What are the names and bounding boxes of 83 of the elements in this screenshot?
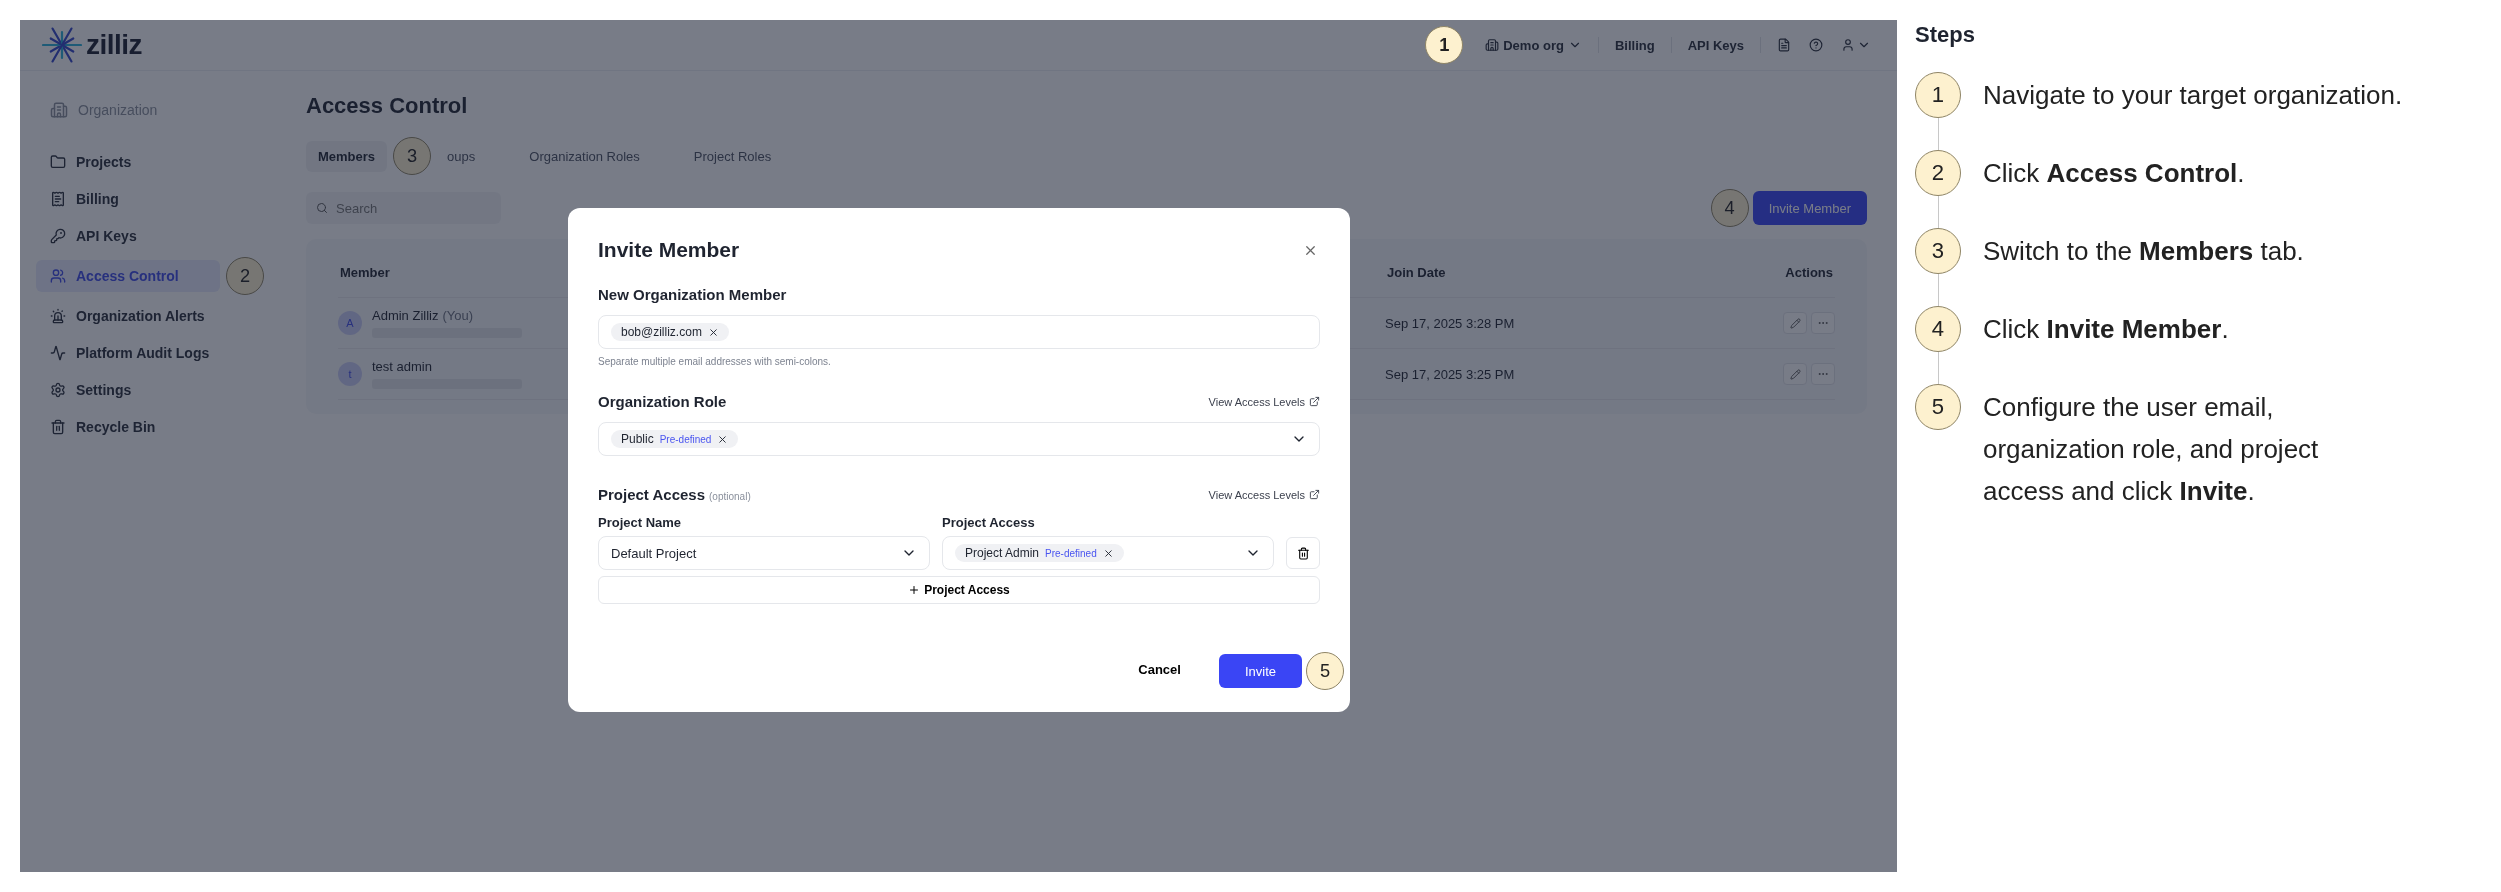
remove-icon [707, 326, 719, 338]
table-cell-text: Sep 17, 2025 3:28 PM [1385, 315, 1516, 331]
column-header: Actions [1784, 264, 1834, 280]
trash-icon [50, 419, 66, 435]
step-number: 3 [1915, 228, 1961, 274]
view-access-levels-link[interactable]: View Access Levels [1208, 395, 1320, 408]
tab[interactable]: Members [306, 140, 388, 172]
alarm-icon [50, 308, 66, 324]
steps-title: Steps [1915, 22, 1976, 48]
sidebar-item[interactable]: Access Control [36, 260, 220, 292]
plus-icon [908, 584, 921, 596]
field-label: New Organization Member [598, 286, 787, 303]
tab[interactable]: oups [435, 140, 488, 172]
sidebar-item[interactable]: Platform Audit Logs [36, 337, 264, 369]
building-icon [1485, 38, 1500, 52]
step-callout: 4 [1710, 189, 1749, 227]
field-label: Project Name [598, 515, 683, 530]
page-title: Access Control [306, 93, 469, 119]
avatar: A [338, 311, 362, 335]
folder-icon [50, 154, 66, 170]
cancel-button[interactable]: Cancel [1120, 652, 1199, 686]
remove-icon [717, 433, 729, 445]
step-text: Navigate to your target organization. [1983, 79, 2403, 112]
remove-icon [1102, 547, 1114, 559]
org-switcher[interactable]: Demo org [1483, 33, 1584, 57]
step-callout: 5 [1306, 652, 1344, 690]
help-text: Separate multiple email addresses with semi-colons. [598, 356, 832, 367]
step-text: Configure the user email, organization role, and project access and click Invite. [1983, 391, 2320, 508]
step-number: 5 [1915, 384, 1961, 430]
step-number: 1 [1915, 72, 1961, 118]
role-select[interactable]: Public Pre-defined [598, 422, 1320, 456]
external-link-icon [1309, 489, 1320, 500]
invite-button[interactable]: Invite [1218, 654, 1302, 688]
sidebar-item[interactable]: Settings [36, 374, 264, 406]
step-text: Switch to the Members tab. [1983, 235, 2304, 268]
key-icon [50, 228, 66, 244]
add-project-access-button[interactable]: Project Access [598, 576, 1320, 604]
role-chip: Public Pre-defined [611, 430, 739, 448]
field-label: Project Access [942, 515, 1036, 530]
starburst-logo-icon [42, 25, 82, 65]
table-cell-text: Sep 17, 2025 3:25 PM [1385, 366, 1516, 382]
settings-icon [50, 382, 66, 398]
column-header: Member [339, 264, 391, 280]
dialog-title: Invite Member [598, 238, 740, 262]
step-callout: 2 [226, 257, 264, 295]
step-number: 2 [1915, 150, 1961, 196]
sidebar-item[interactable]: API Keys [36, 220, 264, 252]
access-chip: Project Admin Pre-defined [955, 544, 1124, 562]
pulse-icon [50, 345, 66, 361]
nav-link[interactable]: Billing [1612, 33, 1657, 57]
field-label: Organization Role [598, 393, 727, 410]
nav-link[interactable]: API Keys [1685, 33, 1746, 57]
building-icon [50, 101, 68, 119]
sidebar-item[interactable]: Recycle Bin [36, 411, 264, 443]
search-icon [316, 202, 328, 214]
access-select[interactable]: Project Admin Pre-defined [942, 536, 1274, 570]
step-callout: 1 [1425, 26, 1464, 64]
view-access-levels-link[interactable]: View Access Levels [1208, 488, 1320, 501]
tab[interactable]: Project Roles [681, 140, 784, 172]
users-icon [50, 268, 66, 284]
member-name: Admin Zilliz (You) [372, 308, 475, 323]
help-icon[interactable] [1807, 36, 1825, 54]
logo-wordmark: zilliz [86, 29, 143, 61]
field-label: Project Access (optional) [598, 486, 751, 503]
sidebar-item[interactable]: Projects [36, 146, 264, 178]
sidebar-item[interactable]: Billing [36, 183, 264, 215]
receipt-icon [50, 191, 66, 207]
step-callout: 3 [393, 137, 432, 175]
external-link-icon [1309, 396, 1320, 407]
column-header: Join Date [1386, 264, 1447, 280]
step-number: 4 [1915, 306, 1961, 352]
delete-icon[interactable] [1286, 537, 1320, 569]
edit-icon[interactable] [1783, 363, 1807, 385]
member-name: test admin [372, 359, 433, 374]
step-text: Click Access Control. [1983, 157, 2245, 190]
step-text: Click Invite Member. [1983, 313, 2229, 346]
project-select[interactable]: Default Project [598, 536, 930, 570]
edit-icon[interactable] [1783, 312, 1807, 334]
tab[interactable]: Organization Roles [517, 140, 652, 172]
email-chip: bob@zilliz.com [611, 323, 729, 341]
invite-member-button[interactable]: Invite Member [1752, 191, 1867, 225]
sidebar-item[interactable]: Organization Alerts [36, 300, 264, 332]
email-input-field[interactable]: bob@zilliz.com [598, 315, 1320, 349]
